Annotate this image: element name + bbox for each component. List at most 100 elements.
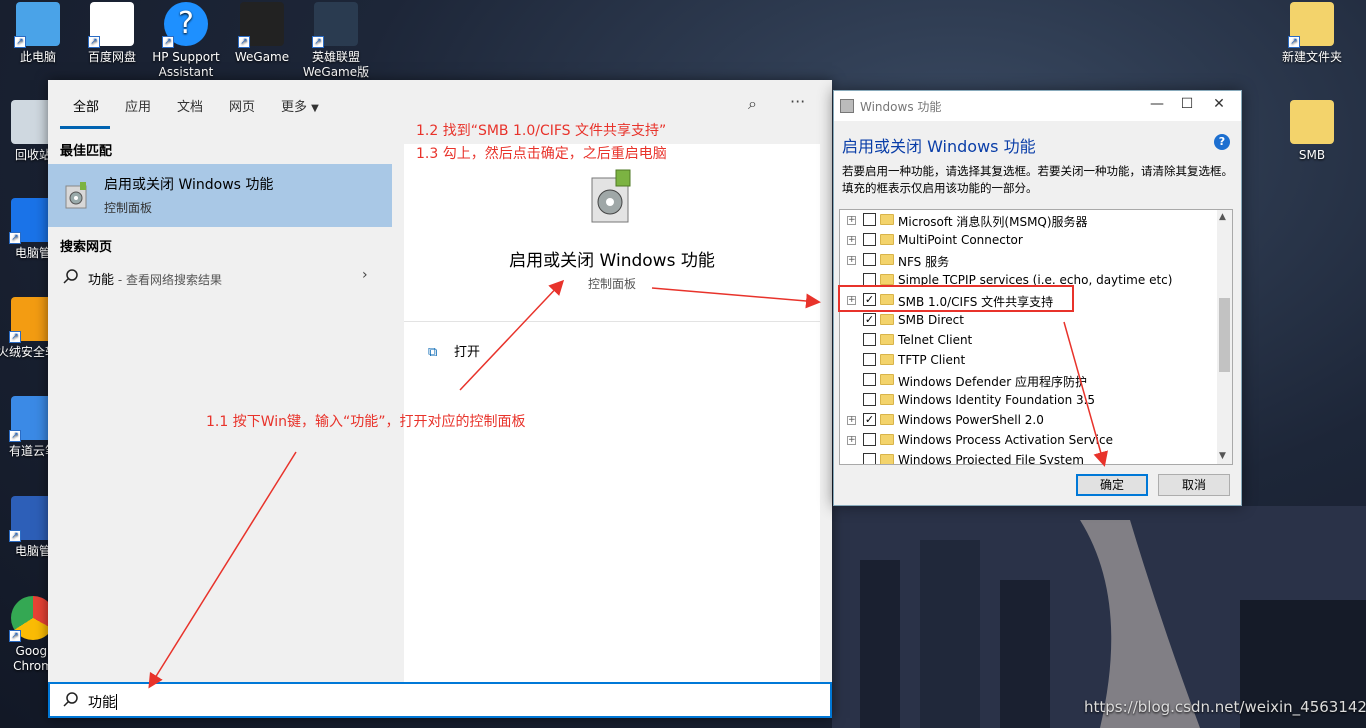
tab-more-label: 更多 bbox=[281, 100, 308, 115]
desktop-icon-this-pc[interactable]: ↗ 此电脑 bbox=[1, 2, 75, 65]
text-caret bbox=[116, 694, 117, 710]
shortcut-arrow-icon: ↗ bbox=[14, 36, 26, 48]
computer-icon: ↗ bbox=[14, 2, 60, 48]
feature-checkbox[interactable]: ✓ bbox=[863, 313, 876, 326]
active-tab-indicator bbox=[60, 126, 110, 129]
desktop-icon-baidu[interactable]: ↗ 百度网盘 bbox=[75, 2, 149, 65]
folder-icon bbox=[880, 354, 894, 365]
title-bar[interactable]: Windows 功能 — ☐ ✕ bbox=[834, 91, 1241, 121]
feature-row[interactable]: + Microsoft 消息队列(MSMQ)服务器 bbox=[840, 211, 1218, 231]
folder-icon bbox=[880, 394, 894, 405]
feature-row[interactable]: Windows Defender 应用程序防护 bbox=[840, 371, 1218, 391]
feature-checkbox[interactable] bbox=[863, 373, 876, 386]
help-icon: ? ↗ bbox=[162, 2, 208, 48]
caret-down-icon: ▼ bbox=[311, 103, 319, 114]
feature-checkbox[interactable]: ✓ bbox=[863, 413, 876, 426]
annotation-step-3: 1.3 勾上，然后点击确定，之后重启电脑 bbox=[416, 146, 667, 162]
tab-documents[interactable]: 文档 bbox=[177, 96, 203, 115]
more-options-icon[interactable]: ··· bbox=[790, 92, 805, 111]
expand-icon[interactable]: + bbox=[847, 436, 856, 445]
desktop-icon-new-folder[interactable]: ↗ 新建文件夹 bbox=[1275, 2, 1349, 65]
tab-all[interactable]: 全部 bbox=[73, 96, 99, 115]
expand-icon[interactable]: + bbox=[847, 256, 856, 265]
shortcut-arrow-icon: ↗ bbox=[9, 331, 21, 343]
minimize-icon[interactable]: — bbox=[1142, 96, 1172, 112]
scroll-thumb[interactable] bbox=[1219, 298, 1230, 372]
scroll-down-icon[interactable]: ▼ bbox=[1219, 451, 1226, 461]
best-match-subtitle: 控制面板 bbox=[104, 201, 153, 215]
feature-row[interactable]: TFTP Client bbox=[840, 351, 1218, 371]
desktop-icon-smb[interactable]: SMB bbox=[1275, 100, 1349, 163]
open-window-icon: ⧉ bbox=[428, 345, 438, 360]
feature-label: Windows Process Activation Service bbox=[898, 433, 1113, 447]
feature-row[interactable]: Windows Identity Foundation 3.5 bbox=[840, 391, 1218, 411]
feature-label: Windows Identity Foundation 3.5 bbox=[898, 393, 1096, 407]
annotation-step-2: 1.2 找到“SMB 1.0/CIFS 文件共享支持” bbox=[416, 123, 667, 139]
desktop-icon-lol[interactable]: ↗ 英雄联盟 WeGame版 bbox=[299, 2, 373, 80]
feature-row[interactable]: Windows Projected File System bbox=[840, 451, 1218, 465]
best-match-heading: 最佳匹配 bbox=[60, 144, 113, 159]
feature-row[interactable]: Telnet Client bbox=[840, 331, 1218, 351]
expand-icon[interactable]: + bbox=[847, 416, 856, 425]
dialog-description: 若要启用一种功能，请选择其复选框。若要关闭一种功能，请清除其复选框。填充的框表示… bbox=[842, 164, 1233, 195]
preview-divider bbox=[404, 321, 820, 322]
desktop-icon-wegame[interactable]: ↗ WeGame bbox=[225, 2, 299, 65]
folder-icon bbox=[880, 454, 894, 464]
web-search-item[interactable]: 功能 - 查看网络搜索结果 › bbox=[48, 262, 392, 294]
web-search-text: 功能 - 查看网络搜索结果 bbox=[88, 269, 222, 288]
maximize-icon[interactable]: ☐ bbox=[1172, 96, 1202, 112]
feature-row[interactable]: + NFS 服务 bbox=[840, 251, 1218, 271]
expand-icon[interactable]: + bbox=[847, 216, 856, 225]
close-icon[interactable]: ✕ bbox=[1204, 96, 1234, 112]
open-action[interactable]: ⧉ 打开 bbox=[428, 341, 480, 360]
ok-button[interactable]: 确定 bbox=[1076, 474, 1148, 496]
tab-web[interactable]: 网页 bbox=[229, 96, 255, 115]
windows-features-large-icon bbox=[591, 169, 631, 223]
feature-label: NFS 服务 bbox=[898, 255, 950, 269]
feature-checkbox[interactable] bbox=[863, 393, 876, 406]
feedback-icon[interactable]: ⌕ bbox=[748, 94, 757, 114]
best-match-item[interactable]: 启用或关闭 Windows 功能 控制面板 bbox=[48, 164, 392, 227]
shortcut-arrow-icon: ↗ bbox=[312, 36, 324, 48]
window-app-icon bbox=[840, 99, 854, 113]
feature-row[interactable]: ✓ SMB Direct bbox=[840, 311, 1218, 331]
feature-tree[interactable]: + Microsoft 消息队列(MSMQ)服务器 + MultiPoint Conn… bbox=[839, 209, 1233, 465]
shortcut-arrow-icon: ↗ bbox=[9, 430, 21, 442]
feature-checkbox[interactable] bbox=[863, 253, 876, 266]
feature-checkbox[interactable] bbox=[863, 233, 876, 246]
folder-icon bbox=[1290, 100, 1334, 144]
web-search-term: 功能 bbox=[88, 273, 115, 288]
feature-row[interactable]: + ✓ Windows PowerShell 2.0 bbox=[840, 411, 1218, 431]
desktop-icon-hp-support[interactable]: ? ↗ HP Support Assistant bbox=[149, 2, 223, 80]
feature-label: Windows PowerShell 2.0 bbox=[898, 413, 1044, 427]
tab-apps[interactable]: 应用 bbox=[125, 96, 151, 115]
expand-icon[interactable]: + bbox=[847, 236, 856, 245]
web-search-suffix: - 查看网络搜索结果 bbox=[114, 273, 222, 287]
best-match-title: 启用或关闭 Windows 功能 bbox=[104, 177, 274, 193]
feature-label: Telnet Client bbox=[898, 333, 973, 347]
preview-subtitle: 控制面板 bbox=[587, 277, 636, 291]
open-action-label: 打开 bbox=[454, 345, 481, 360]
folder-icon bbox=[880, 414, 894, 425]
search-box[interactable]: 功能 bbox=[48, 682, 832, 718]
feature-checkbox[interactable] bbox=[863, 213, 876, 226]
dialog-heading: 启用或关闭 Windows 功能 bbox=[842, 137, 1036, 156]
feature-checkbox[interactable] bbox=[863, 453, 876, 464]
feature-checkbox[interactable] bbox=[863, 353, 876, 366]
feature-label: Windows Defender 应用程序防护 bbox=[898, 375, 1087, 389]
help-icon[interactable]: ? bbox=[1214, 134, 1230, 150]
cancel-button[interactable]: 取消 bbox=[1158, 474, 1230, 496]
tab-more[interactable]: 更多 ▼ bbox=[281, 96, 319, 115]
smb-highlight-box bbox=[838, 285, 1074, 312]
feature-label: Windows Projected File System bbox=[898, 453, 1084, 465]
feature-row[interactable]: + Windows Process Activation Service bbox=[840, 431, 1218, 451]
folder-icon bbox=[880, 334, 894, 345]
scroll-up-icon[interactable]: ▲ bbox=[1219, 212, 1226, 222]
feature-checkbox[interactable] bbox=[863, 433, 876, 446]
shortcut-arrow-icon: ↗ bbox=[1288, 36, 1300, 48]
feature-checkbox[interactable] bbox=[863, 333, 876, 346]
feature-row[interactable]: + MultiPoint Connector bbox=[840, 231, 1218, 251]
search-input[interactable]: 功能 bbox=[88, 692, 117, 712]
folder-icon bbox=[880, 434, 894, 445]
feature-scrollbar[interactable]: ▲ ▼ bbox=[1217, 210, 1232, 464]
